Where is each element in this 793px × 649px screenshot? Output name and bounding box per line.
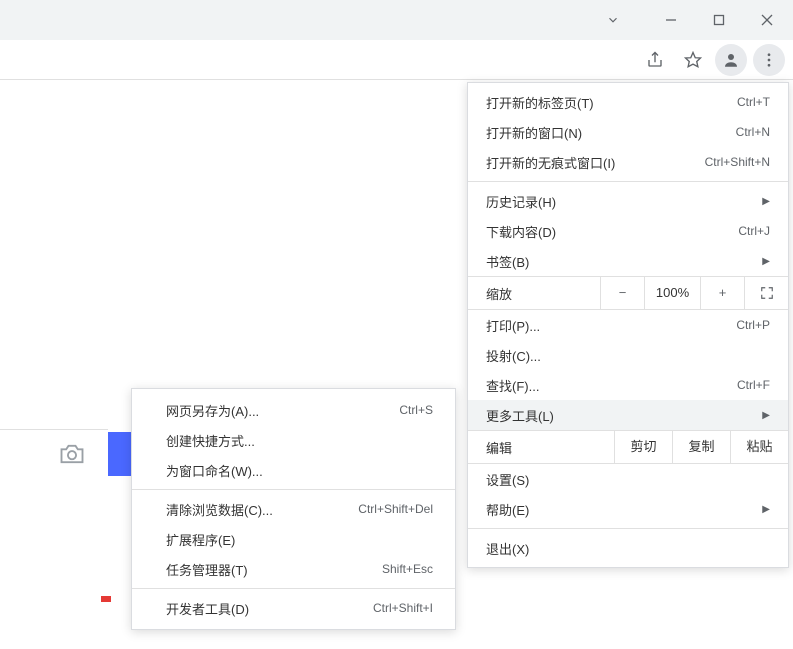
more-tools-submenu: 网页另存为(A)... Ctrl+S 创建快捷方式... 为窗口命名(W)...… (131, 388, 456, 630)
submenu-shortcut: Ctrl+Shift+I (373, 601, 433, 615)
browser-toolbar (0, 40, 793, 80)
menu-label: 投射(C)... (486, 346, 770, 365)
submenu-developer-tools[interactable]: 开发者工具(D) Ctrl+Shift+I (132, 593, 455, 623)
submenu-task-manager[interactable]: 任务管理器(T) Shift+Esc (132, 554, 455, 584)
cut-button[interactable]: 剪切 (614, 430, 672, 464)
submenu-name-window[interactable]: 为窗口命名(W)... (132, 455, 455, 485)
zoom-label: 缩放 (486, 284, 600, 303)
menu-shortcut: Ctrl+J (738, 224, 770, 238)
submenu-separator (132, 489, 455, 490)
menu-more-tools[interactable]: 更多工具(L) ▶ (468, 400, 788, 430)
menu-zoom-row: 缩放 − 100% + (468, 276, 788, 310)
menu-shortcut: Ctrl+Shift+N (705, 155, 770, 169)
menu-history[interactable]: 历史记录(H) ▶ (468, 186, 788, 216)
submenu-label: 开发者工具(D) (166, 599, 373, 618)
profile-button[interactable] (715, 44, 747, 76)
zoom-out-button[interactable]: − (600, 276, 644, 310)
menu-new-tab[interactable]: 打开新的标签页(T) Ctrl+T (468, 87, 788, 117)
submenu-label: 为窗口命名(W)... (166, 461, 433, 480)
menu-label: 下载内容(D) (486, 222, 738, 241)
submenu-clear-browsing-data[interactable]: 清除浏览数据(C)... Ctrl+Shift+Del (132, 494, 455, 524)
submenu-create-shortcut[interactable]: 创建快捷方式... (132, 425, 455, 455)
menu-incognito[interactable]: 打开新的无痕式窗口(I) Ctrl+Shift+N (468, 147, 788, 177)
paste-button[interactable]: 粘贴 (730, 430, 788, 464)
menu-settings[interactable]: 设置(S) (468, 464, 788, 494)
menu-shortcut: Ctrl+N (736, 125, 770, 139)
menu-label: 打开新的标签页(T) (486, 93, 737, 112)
submenu-label: 任务管理器(T) (166, 560, 382, 579)
menu-label: 查找(F)... (486, 376, 737, 395)
menu-label: 退出(X) (486, 539, 770, 558)
menu-bookmarks[interactable]: 书签(B) ▶ (468, 246, 788, 276)
minimize-icon (665, 14, 677, 26)
red-indicator (101, 596, 111, 602)
profile-icon (722, 51, 740, 69)
submenu-label: 扩展程序(E) (166, 530, 433, 549)
maximize-button[interactable] (697, 4, 741, 36)
submenu-shortcut: Ctrl+S (399, 403, 433, 417)
menu-label: 设置(S) (486, 470, 770, 489)
camera-icon (58, 440, 86, 468)
menu-shortcut: Ctrl+T (737, 95, 770, 109)
submenu-shortcut: Shift+Esc (382, 562, 433, 576)
copy-button[interactable]: 复制 (672, 430, 730, 464)
menu-downloads[interactable]: 下载内容(D) Ctrl+J (468, 216, 788, 246)
menu-shortcut: Ctrl+P (736, 318, 770, 332)
close-icon (761, 14, 773, 26)
window-titlebar (0, 0, 793, 40)
menu-shortcut: Ctrl+F (737, 378, 770, 392)
maximize-icon (713, 14, 725, 26)
kebab-menu-icon (760, 51, 778, 69)
page-divider (0, 429, 108, 430)
submenu-arrow-icon: ▶ (762, 504, 770, 515)
menu-find[interactable]: 查找(F)... Ctrl+F (468, 370, 788, 400)
menu-exit[interactable]: 退出(X) (468, 533, 788, 563)
menu-label: 打开新的窗口(N) (486, 123, 736, 142)
main-menu: 打开新的标签页(T) Ctrl+T 打开新的窗口(N) Ctrl+N 打开新的无… (467, 82, 789, 568)
chevron-down-icon (606, 13, 620, 27)
menu-new-window[interactable]: 打开新的窗口(N) Ctrl+N (468, 117, 788, 147)
menu-label: 帮助(E) (486, 500, 754, 519)
minimize-button[interactable] (649, 4, 693, 36)
share-button[interactable] (639, 44, 671, 76)
submenu-label: 网页另存为(A)... (166, 401, 399, 420)
bookmark-star-button[interactable] (677, 44, 709, 76)
submenu-label: 清除浏览数据(C)... (166, 500, 358, 519)
zoom-in-button[interactable]: + (700, 276, 744, 310)
star-icon (684, 51, 702, 69)
zoom-value: 100% (644, 276, 700, 310)
menu-help[interactable]: 帮助(E) ▶ (468, 494, 788, 524)
menu-edit-row: 编辑 剪切 复制 粘贴 (468, 430, 788, 464)
menu-label: 历史记录(H) (486, 192, 754, 211)
menu-print[interactable]: 打印(P)... Ctrl+P (468, 310, 788, 340)
close-button[interactable] (745, 4, 789, 36)
menu-label: 打开新的无痕式窗口(I) (486, 153, 705, 172)
submenu-extensions[interactable]: 扩展程序(E) (132, 524, 455, 554)
menu-separator (468, 181, 788, 182)
tab-dropdown-button[interactable] (591, 4, 635, 36)
menu-cast[interactable]: 投射(C)... (468, 340, 788, 370)
submenu-label: 创建快捷方式... (166, 431, 433, 450)
main-menu-button[interactable] (753, 44, 785, 76)
page-accent-strip (108, 432, 131, 476)
submenu-shortcut: Ctrl+Shift+Del (358, 502, 433, 516)
submenu-save-page-as[interactable]: 网页另存为(A)... Ctrl+S (132, 395, 455, 425)
fullscreen-icon (760, 286, 774, 300)
edit-label: 编辑 (486, 438, 614, 457)
menu-label: 更多工具(L) (486, 406, 754, 425)
menu-separator (468, 528, 788, 529)
submenu-separator (132, 588, 455, 589)
share-icon (646, 51, 664, 69)
fullscreen-button[interactable] (744, 276, 788, 310)
submenu-arrow-icon: ▶ (762, 196, 770, 207)
menu-label: 书签(B) (486, 252, 754, 271)
menu-label: 打印(P)... (486, 316, 736, 335)
submenu-arrow-icon: ▶ (762, 256, 770, 267)
submenu-arrow-icon: ▶ (762, 410, 770, 421)
